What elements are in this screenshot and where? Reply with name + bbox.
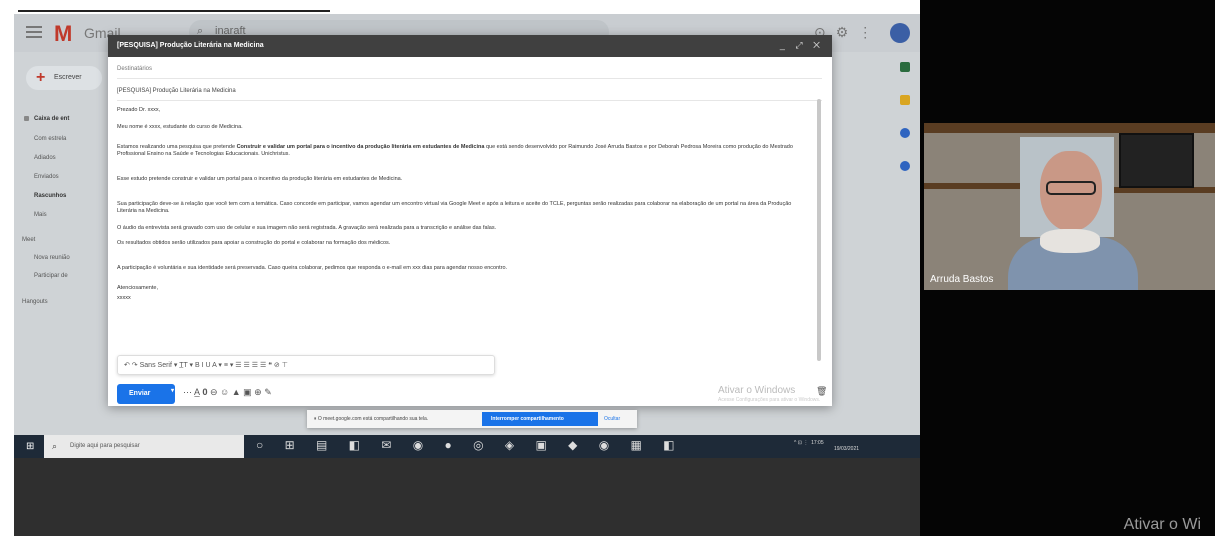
paragraph-6: A participação é voluntária e sua identi…: [117, 265, 508, 271]
side-panel-rail: [894, 52, 920, 435]
compose-bottom-tools[interactable]: ⋯ A̲ 𝟎 ⊖ ☺ ▲ ▣ ⊕ ✎: [183, 387, 272, 398]
windows-start-icon[interactable]: ⊞: [26, 441, 34, 452]
shelf: [924, 123, 1215, 133]
compose-window: [PESQUISA] Produção Literária na Medicin…: [108, 35, 832, 406]
sidebar-item-drafts[interactable]: Rascunhos: [34, 193, 66, 199]
gmail-window: M Gmail ⌕ inaraft ⊙⚙⋮ Escrever Caixa de …: [14, 14, 920, 435]
sidebar-item-snoozed[interactable]: Adiados: [34, 155, 56, 161]
taskbar-search-input[interactable]: ⌕ Digite aqui para pesquisar: [44, 435, 244, 458]
compose-button[interactable]: Escrever: [26, 66, 102, 90]
windows-watermark-sub: Acesse Configurações para ativar o Windo…: [718, 397, 821, 403]
sidebar-item-starred[interactable]: Com estrela: [34, 136, 66, 142]
clock-time: 17:05: [811, 440, 824, 446]
paragraph-5: Os resultados obtidos serão utilizados p…: [117, 240, 391, 246]
hide-button[interactable]: Ocultar: [604, 416, 620, 422]
window-controls[interactable]: _ ⤢ ✕: [780, 40, 824, 51]
participant-video: Arruda Bastos: [924, 123, 1215, 290]
sidebar-item-sent[interactable]: Enviados: [34, 174, 59, 180]
monitor: [1119, 133, 1194, 188]
gmail-logo-icon: M: [54, 21, 73, 46]
top-underline: [18, 10, 330, 12]
paragraph-2: Esse estudo pretende construir e validar…: [117, 176, 403, 182]
share-message: ⏸ O meet.google.com está compartilhando …: [314, 416, 429, 422]
menu-icon[interactable]: [26, 26, 42, 38]
trash-icon[interactable]: 🗑: [816, 386, 827, 397]
meet-heading: Meet: [22, 237, 36, 243]
contacts-icon[interactable]: [900, 161, 910, 171]
person-glasses: [1046, 181, 1096, 195]
tasks-icon[interactable]: [900, 128, 910, 138]
paragraph-1: Estamos realizando uma pesquisa que pret…: [117, 144, 793, 157]
keep-icon[interactable]: [900, 95, 910, 105]
system-tray[interactable]: ^ ⊡ ⋮ 17:05 19/03/2021: [794, 440, 859, 452]
participant-name: Arruda Bastos: [930, 274, 994, 285]
meet-join[interactable]: Participar de: [34, 273, 68, 279]
shelf: [924, 183, 1020, 189]
to-field[interactable]: Destinatários: [117, 59, 822, 79]
search-icon: ⌕: [52, 441, 58, 451]
meet-new-meeting[interactable]: Nova reunião: [34, 255, 70, 261]
hangouts-heading: Hangouts: [22, 299, 48, 305]
scrollbar[interactable]: [817, 99, 821, 361]
calendar-icon[interactable]: [900, 62, 910, 72]
format-toolbar[interactable]: ↶ ↷ Sans Serif ▾ T̲T ▾ B I U A ▾ ≡ ▾ ☰ ☰…: [117, 355, 495, 375]
intro: Meu nome é xxxx, estudante do curso de M…: [117, 124, 243, 130]
sidebar-item-inbox[interactable]: Caixa de ent: [24, 116, 69, 122]
chevron-down-icon[interactable]: ▾: [171, 387, 174, 394]
signature: xxxxx: [117, 295, 131, 301]
greeting: Prezado Dr. xxxx,: [117, 107, 161, 113]
person-beard: [1040, 229, 1100, 253]
compose-title: [PESQUISA] Produção Literária na Medicin…: [117, 42, 264, 49]
sidebar-item-more[interactable]: Mais: [34, 212, 47, 218]
clock-date: 19/03/2021: [834, 446, 860, 452]
gmail-sidebar: Escrever Caixa de ent Com estrela Adiado…: [14, 52, 109, 435]
subject-field[interactable]: [PESQUISA] Produção Literária na Medicin…: [117, 81, 822, 101]
compose-title-bar[interactable]: [PESQUISA] Produção Literária na Medicin…: [108, 35, 832, 57]
avatar[interactable]: [890, 23, 910, 43]
windows-watermark: Ativar o Windows: [718, 385, 796, 396]
activate-windows-text: Ativar o Wi: [1123, 516, 1201, 533]
below-taskbar-area: [14, 458, 920, 536]
closing: Atenciosamente,: [117, 285, 158, 291]
screen-share-bar: ⏸ O meet.google.com está compartilhando …: [307, 410, 637, 428]
taskbar-app-icons[interactable]: ○ ⊞ ▤ ◧ ✉ ◉ ● ◎ ◈ ▣ ◆ ◉ ▦ ◧: [256, 438, 684, 452]
windows-taskbar: ⊞ ⌕ Digite aqui para pesquisar ○ ⊞ ▤ ◧ ✉…: [14, 435, 920, 458]
paragraph-3: Sua participação deve-se à relação que v…: [117, 201, 792, 214]
shared-screen: M Gmail ⌕ inaraft ⊙⚙⋮ Escrever Caixa de …: [14, 14, 920, 536]
send-button[interactable]: Enviar ▾: [117, 384, 175, 404]
stop-sharing-button[interactable]: Interromper compartilhamento: [482, 412, 598, 426]
paragraph-4: O áudio da entrevista será gravado com u…: [117, 225, 497, 231]
